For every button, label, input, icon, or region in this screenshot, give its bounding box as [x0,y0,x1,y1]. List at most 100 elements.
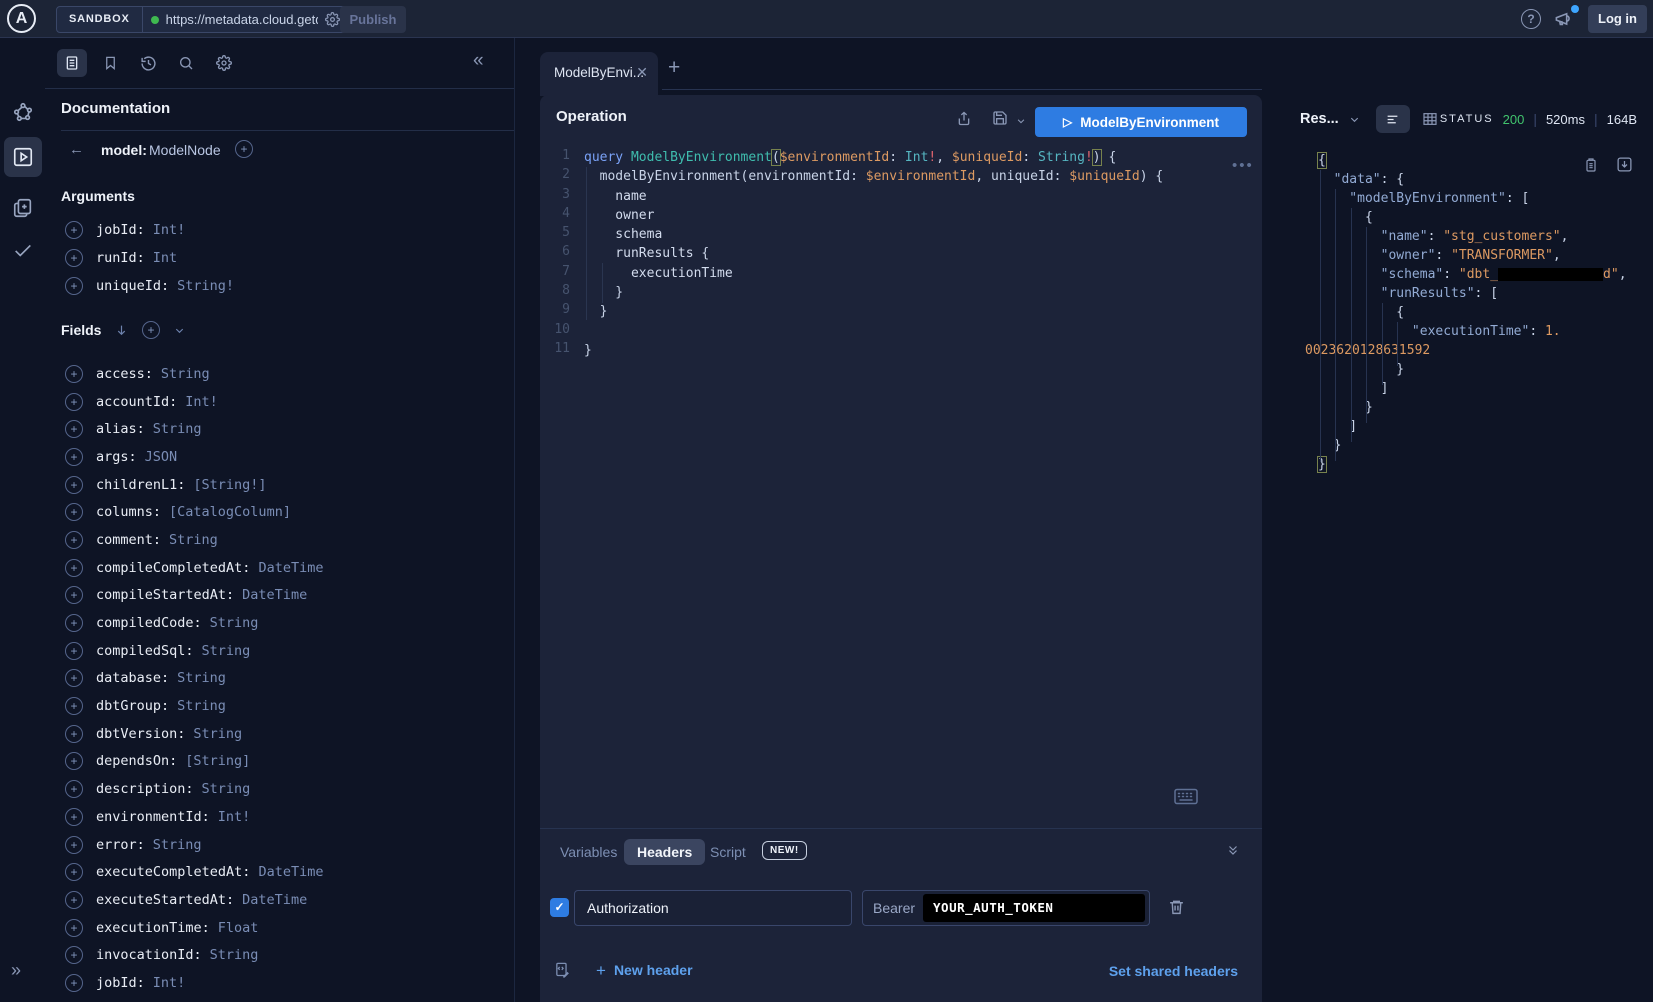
add-fields-icon[interactable]: + [142,321,160,339]
collapse-docs-panel-icon[interactable]: « [473,50,484,72]
add-to-query-icon[interactable]: + [65,946,83,964]
field-row[interactable]: +compiledSql:String [45,637,514,665]
add-to-query-icon[interactable]: + [65,221,83,239]
add-to-query-icon[interactable]: + [65,277,83,295]
add-to-query-icon[interactable]: + [65,974,83,992]
endpoint-url-input[interactable]: https://metadata.cloud.getd [166,12,318,27]
operation-tab[interactable]: ModelByEnvi... ✕ [540,52,658,96]
add-to-query-icon[interactable]: + [65,891,83,909]
run-operation-button[interactable]: ▷ ModelByEnvironment [1035,107,1247,137]
history-icon[interactable] [133,49,163,77]
field-row[interactable]: +access:String [45,360,514,388]
sort-fields-icon[interactable] [115,323,128,337]
operation-collections-icon[interactable] [6,191,39,224]
field-type[interactable]: String [202,643,251,659]
code-line[interactable]: 9 } [540,302,1262,321]
add-to-query-icon[interactable]: + [65,808,83,826]
table-view-toggle-icon[interactable] [1422,111,1438,127]
field-row[interactable]: +dependsOn:[String] [45,748,514,776]
add-to-query-icon[interactable]: + [65,752,83,770]
schema-graph-icon[interactable] [6,95,39,128]
field-type[interactable]: [CatalogColumn] [169,504,291,520]
field-row[interactable]: +jobId:Int! [45,969,514,997]
field-row[interactable]: +dbtGroup:String [45,692,514,720]
login-button[interactable]: Log in [1588,5,1647,33]
header-name-input[interactable]: Authorization [574,890,852,926]
add-to-query-icon[interactable]: + [65,919,83,937]
field-type[interactable]: DateTime [258,864,323,880]
tab-headers[interactable]: Headers [624,839,705,865]
add-to-query-icon[interactable]: + [65,420,83,438]
delete-header-icon[interactable] [1168,898,1185,916]
field-row[interactable]: +environmentId:Int! [45,803,514,831]
field-row[interactable]: +comment:String [45,526,514,554]
response-menu-chevron-icon[interactable] [1349,114,1360,125]
new-header-button[interactable]: +New header [596,961,693,981]
saved-operations-bookmark-icon[interactable] [95,49,125,77]
auth-token-value[interactable]: YOUR_AUTH_TOKEN [923,894,1145,922]
field-row[interactable]: +database:String [45,665,514,693]
field-row[interactable]: +childrenL1:[String!] [45,471,514,499]
field-row[interactable]: +invocationId:String [45,941,514,969]
add-to-query-icon[interactable]: + [65,393,83,411]
field-type[interactable]: String [153,837,202,853]
field-row[interactable]: +compileStartedAt:DateTime [45,582,514,610]
field-type[interactable]: Int! [153,222,186,238]
field-row[interactable]: +executeStartedAt:DateTime [45,886,514,914]
field-type[interactable]: DateTime [258,560,323,576]
code-line[interactable]: 5 schema [540,225,1262,244]
documentation-tab-icon[interactable] [57,49,87,77]
raw-view-toggle-icon[interactable] [1376,105,1410,133]
field-type[interactable]: String [177,698,226,714]
announcements-megaphone-icon[interactable] [1554,9,1573,28]
search-icon[interactable] [171,49,201,77]
add-to-query-icon[interactable]: + [65,531,83,549]
add-to-query-icon[interactable]: + [65,503,83,521]
code-line[interactable]: 3 name [540,187,1262,206]
add-to-query-icon[interactable]: + [65,697,83,715]
code-line[interactable]: 2 modelByEnvironment(environmentId: $env… [540,167,1262,186]
close-tab-icon[interactable]: ✕ [636,64,648,81]
code-line[interactable]: 7 executionTime [540,264,1262,283]
field-type[interactable]: String [153,421,202,437]
endpoint-settings-gear-icon[interactable] [325,12,340,27]
code-line[interactable]: 8 } [540,283,1262,302]
share-operation-icon[interactable] [956,110,972,127]
code-line[interactable]: 6 runResults { [540,244,1262,263]
header-value-input[interactable]: Bearer YOUR_AUTH_TOKEN [862,890,1150,926]
field-row[interactable]: +error:String [45,831,514,859]
field-type[interactable]: DateTime [242,587,307,603]
code-line[interactable]: 11} [540,341,1262,360]
field-row[interactable]: +alias:String [45,415,514,443]
field-type[interactable]: String [161,366,210,382]
argument-row[interactable]: +jobId:Int! [45,216,514,244]
publish-button[interactable]: Publish [340,6,406,33]
tab-variables[interactable]: Variables [560,844,617,860]
field-row[interactable]: +dbtVersion:String [45,720,514,748]
code-line[interactable]: 4 owner [540,206,1262,225]
settings-gear-icon[interactable] [209,49,239,77]
save-menu-chevron-icon[interactable] [1016,116,1026,126]
field-row[interactable]: +description:String [45,775,514,803]
code-line[interactable]: 1query ModelByEnvironment($environmentId… [540,148,1262,167]
response-json[interactable]: { "data": { "modelByEnvironment": [ { "n… [1318,151,1627,474]
field-type[interactable]: Float [218,920,259,936]
help-icon[interactable]: ? [1521,9,1541,29]
add-to-query-icon[interactable]: + [65,863,83,881]
field-type[interactable]: String [193,726,242,742]
keyboard-shortcuts-icon[interactable] [1174,788,1198,805]
query-editor[interactable]: 1query ModelByEnvironment($environmentId… [540,148,1262,360]
add-to-query-icon[interactable]: + [65,642,83,660]
field-row[interactable]: +columns:[CatalogColumn] [45,498,514,526]
add-to-query-icon[interactable]: + [65,448,83,466]
field-type[interactable]: String [202,781,251,797]
new-tab-icon[interactable]: + [668,56,680,80]
field-type[interactable]: JSON [145,449,178,465]
add-to-query-icon[interactable]: + [65,249,83,267]
apollo-logo[interactable]: A [7,4,36,33]
add-to-query-icon[interactable]: + [65,780,83,798]
add-to-query-icon[interactable]: + [65,365,83,383]
set-shared-headers-button[interactable]: Set shared headers [1109,963,1238,979]
breadcrumb-type-link[interactable]: ModelNode [149,142,221,158]
save-operation-icon[interactable] [992,110,1008,126]
